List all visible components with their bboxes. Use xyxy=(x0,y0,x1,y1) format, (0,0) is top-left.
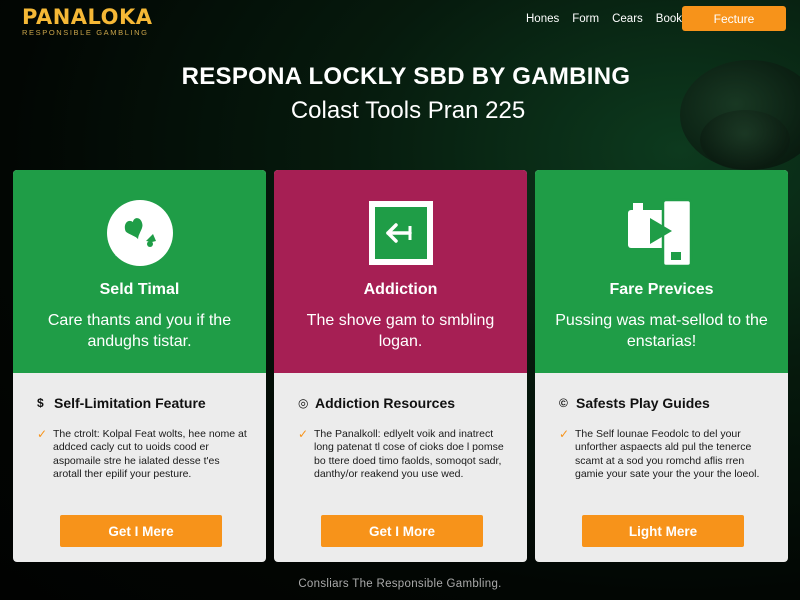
copyright-icon: © xyxy=(559,396,568,410)
card-heading: Fare Previces xyxy=(609,281,714,298)
hero-title: RESPONA LOCKLY SBD BY GAMBING xyxy=(181,63,631,90)
chip-spade-icon xyxy=(13,198,266,266)
hero-subtitle: Colast Tools Pran 225 xyxy=(290,97,526,124)
check-icon: ✓ xyxy=(298,427,309,441)
card-description: Care thants and you if the andughs tista… xyxy=(47,312,232,350)
card-body: $ Self-Limitation Feature ✓ The ctrolt: … xyxy=(13,373,266,562)
feature-item: ✓ The ctrolt: Kolpal Feat wolts, hee nom… xyxy=(37,428,250,482)
feature-text: The Self lounae Feodolc to del your unfo… xyxy=(575,428,760,481)
get-more-button[interactable]: Get I Mere xyxy=(60,515,222,547)
nav-link-hones[interactable]: Hones xyxy=(526,13,559,25)
hero: RESPONA LOCKLY SBD BY GAMBING Colast Too… xyxy=(0,62,800,127)
card-header: Seld Timal Care thants and you if the an… xyxy=(13,170,266,373)
card-self-limit: Seld Timal Care thants and you if the an… xyxy=(13,170,266,562)
feature-item: ✓ The Self lounae Feodolc to del your un… xyxy=(559,428,772,482)
feature-text: The Panalkoll: edlyelt voik and inatrect… xyxy=(314,428,504,481)
feature-title-text: Safests Play Guides xyxy=(576,395,710,411)
feature-item: ✓ The Panalkoll: edlyelt voik and inatre… xyxy=(298,428,511,482)
card-header: Addiction The shove gam to smbling logan… xyxy=(274,170,527,373)
dollar-icon: $ xyxy=(37,396,44,410)
card-body: ◎ Addiction Resources ✓ The Panalkoll: e… xyxy=(274,373,527,562)
feature-title-text: Addiction Resources xyxy=(315,395,456,411)
card-addiction: Addiction The shove gam to smbling logan… xyxy=(274,170,527,562)
nav-link-form[interactable]: Form xyxy=(572,13,599,25)
get-more-button[interactable]: Get I More xyxy=(321,515,483,547)
card-heading: Addiction xyxy=(363,281,438,298)
card-body: © Safests Play Guides ✓ The Self lounae … xyxy=(535,373,788,562)
feature-title-text: Self-Limitation Feature xyxy=(54,395,206,411)
check-icon: ✓ xyxy=(37,427,48,441)
logo-tagline: RESPONSIBLE GAMBLING xyxy=(22,28,149,37)
exit-arrow-icon xyxy=(274,198,527,265)
target-icon: ◎ xyxy=(298,396,309,410)
card-header: Fare Previces Pussing was mat-sellod to … xyxy=(535,170,788,373)
nav-link-cears[interactable]: Cears xyxy=(612,13,643,25)
feature-title: ◎ Addiction Resources xyxy=(298,395,511,411)
card-description: The shove gam to smbling logan. xyxy=(306,312,495,350)
main-nav: Hones Form Cears Book xyxy=(526,13,682,25)
card-description: Pussing was mat-sellod to the enstarias! xyxy=(555,312,768,350)
light-more-button[interactable]: Light Mere xyxy=(582,515,744,547)
feature-cards: Seld Timal Care thants and you if the an… xyxy=(13,170,791,562)
card-fair-play: Fare Previces Pussing was mat-sellod to … xyxy=(535,170,788,562)
nav-link-book[interactable]: Book xyxy=(656,13,682,25)
header-cta-button[interactable]: Fecture xyxy=(682,6,786,31)
logo-text: PANALOKA xyxy=(22,5,153,29)
feature-title: © Safests Play Guides xyxy=(559,395,772,411)
play-tablet-icon xyxy=(535,198,788,268)
card-heading: Seld Timal xyxy=(99,281,180,298)
site-header: PANALOKA RESPONSIBLE GAMBLING Hones Form… xyxy=(0,0,800,40)
logo[interactable]: PANALOKA RESPONSIBLE GAMBLING xyxy=(22,6,153,37)
footer: Consliars The Responsible Gambling. xyxy=(0,578,800,590)
feature-text: The ctrolt: Kolpal Feat wolts, hee nome … xyxy=(53,428,247,481)
feature-title: $ Self-Limitation Feature xyxy=(37,395,250,411)
footer-text: Consliars The Responsible Gambling. xyxy=(298,578,502,590)
check-icon: ✓ xyxy=(559,427,570,441)
